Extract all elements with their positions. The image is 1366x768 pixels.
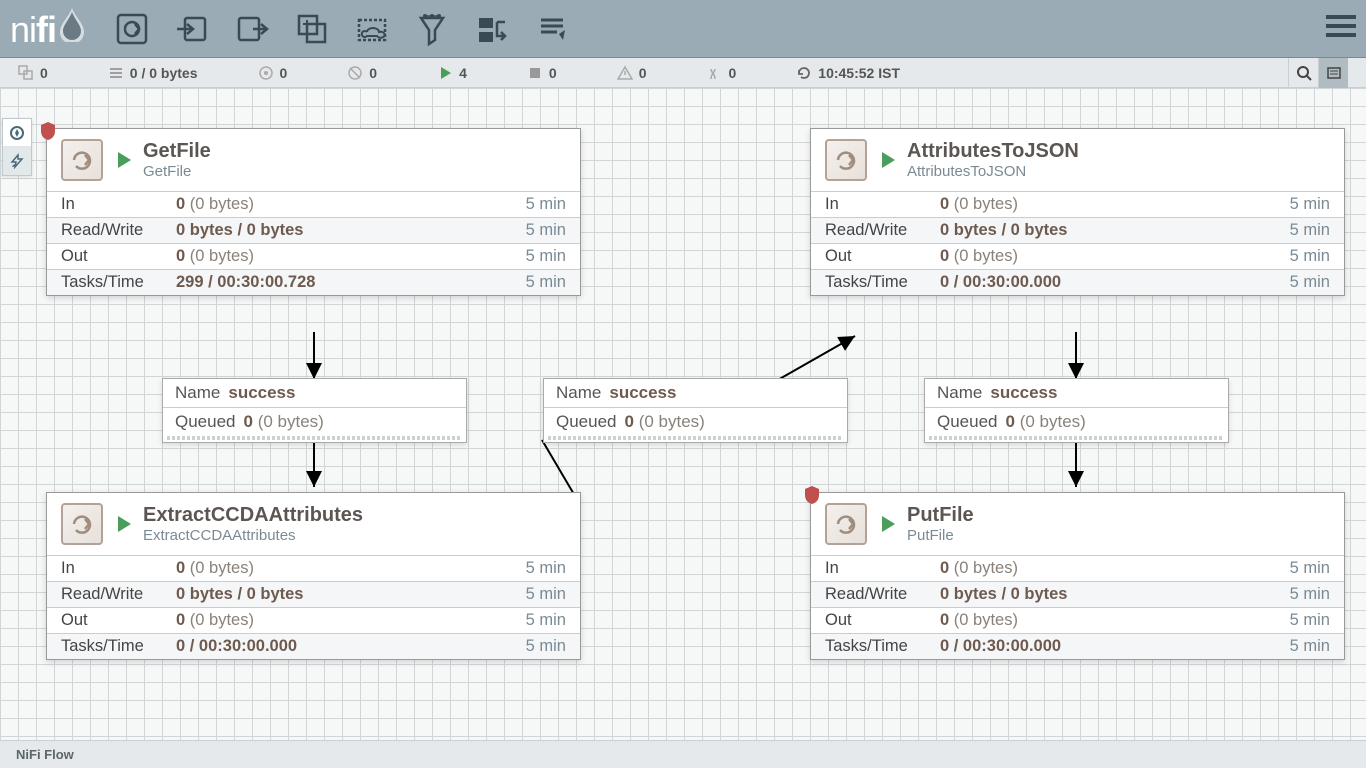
status-transmitting: 0 — [258, 65, 288, 81]
queue-gauge — [929, 436, 1224, 440]
status-groups: 0 — [18, 65, 48, 81]
status-not-transmitting: 0 — [347, 65, 377, 81]
connection-3[interactable]: Namesuccess Queued0 (0 bytes) — [924, 378, 1229, 443]
play-icon — [879, 514, 897, 534]
add-processor-button[interactable] — [111, 8, 153, 50]
status-refresh: 10:45:52 IST — [796, 65, 900, 81]
connection-2[interactable]: Namesuccess Queued0 (0 bytes) — [543, 378, 848, 443]
processor-icon — [825, 503, 867, 545]
top-toolbar: nifi — [0, 0, 1366, 58]
flow-canvas[interactable]: GetFile GetFile In0 (0 bytes)5 min Read/… — [0, 88, 1366, 740]
processor-title: GetFile — [143, 140, 211, 163]
status-bar: 0 0 / 0 bytes 0 0 4 0 0 0 10:45:52 IST — [0, 58, 1366, 88]
add-label-button[interactable] — [531, 8, 573, 50]
processor-title: PutFile — [907, 504, 974, 527]
add-process-group-button[interactable] — [291, 8, 333, 50]
play-icon — [115, 150, 133, 170]
add-template-button[interactable] — [471, 8, 513, 50]
add-funnel-button[interactable] — [411, 8, 453, 50]
status-disabled: 0 — [706, 65, 736, 81]
search-button[interactable] — [1288, 58, 1318, 88]
nifi-logo: nifi — [10, 6, 86, 51]
shield-icon — [803, 485, 821, 505]
status-queued: 0 / 0 bytes — [108, 65, 198, 81]
processor-title: AttributesToJSON — [907, 140, 1079, 163]
processor-type: AttributesToJSON — [907, 163, 1079, 180]
navigate-button[interactable] — [3, 119, 31, 147]
processor-type: PutFile — [907, 527, 974, 544]
status-running: 4 — [437, 65, 467, 81]
operate-palette — [2, 118, 32, 176]
add-remote-group-button[interactable] — [351, 8, 393, 50]
processor-putfile[interactable]: PutFile PutFile In0 (0 bytes)5 min Read/… — [810, 492, 1345, 660]
processor-attrjson[interactable]: AttributesToJSON AttributesToJSON In0 (0… — [810, 128, 1345, 296]
processor-icon — [825, 139, 867, 181]
processor-extract[interactable]: ExtractCCDAAttributes ExtractCCDAAttribu… — [46, 492, 581, 660]
processor-getfile[interactable]: GetFile GetFile In0 (0 bytes)5 min Read/… — [46, 128, 581, 296]
connection-1[interactable]: Namesuccess Queued0 (0 bytes) — [162, 378, 467, 443]
processor-icon — [61, 139, 103, 181]
status-stopped: 0 — [527, 65, 557, 81]
processor-type: ExtractCCDAAttributes — [143, 527, 363, 544]
status-invalid: 0 — [617, 65, 647, 81]
global-menu-button[interactable] — [1326, 13, 1356, 44]
play-icon — [879, 150, 897, 170]
breadcrumb[interactable]: NiFi Flow — [0, 740, 1366, 768]
add-output-port-button[interactable] — [231, 8, 273, 50]
processor-icon — [61, 503, 103, 545]
shield-icon — [39, 121, 57, 141]
queue-gauge — [167, 436, 462, 440]
operate-button[interactable] — [3, 147, 31, 175]
bulletin-button[interactable] — [1318, 58, 1348, 88]
add-input-port-button[interactable] — [171, 8, 213, 50]
queue-gauge — [548, 436, 843, 440]
processor-title: ExtractCCDAAttributes — [143, 504, 363, 527]
processor-type: GetFile — [143, 163, 211, 180]
play-icon — [115, 514, 133, 534]
drop-icon — [58, 6, 86, 42]
